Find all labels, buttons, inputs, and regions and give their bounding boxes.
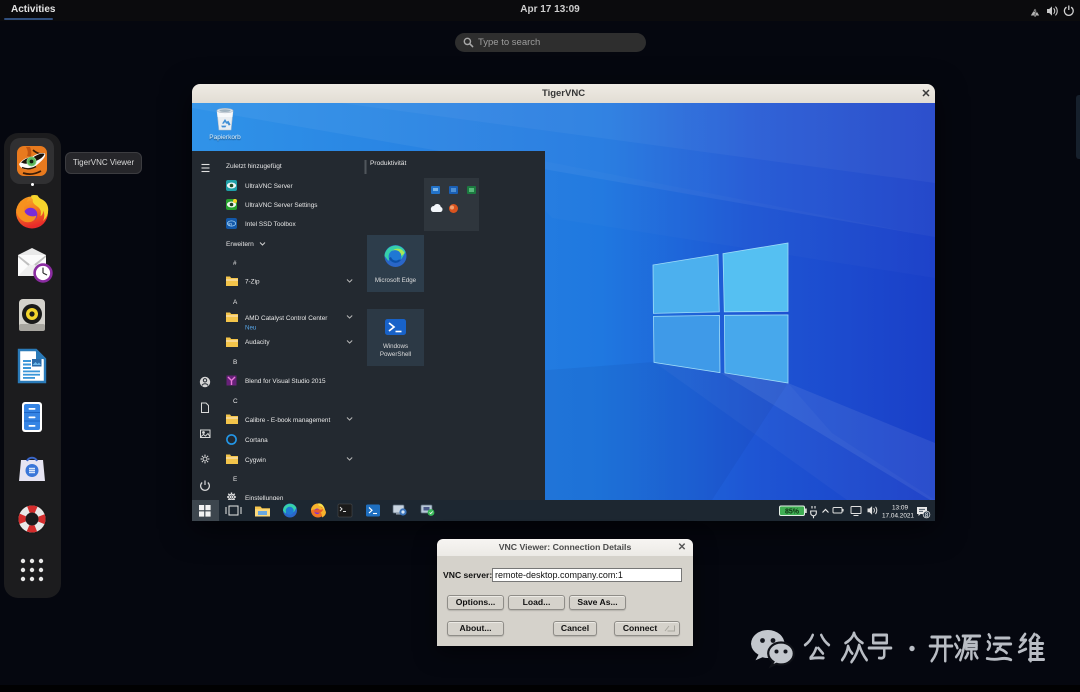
svg-text:Neu: Neu — [245, 325, 257, 332]
svg-text:Windows: Windows — [383, 343, 408, 350]
svg-text:Erweitern: Erweitern — [226, 241, 254, 248]
svg-text:AMD Catalyst Control Center: AMD Catalyst Control Center — [245, 315, 328, 322]
svg-text:Blend for Visual Studio 2015: Blend for Visual Studio 2015 — [245, 378, 326, 385]
svg-text:Cygwin: Cygwin — [245, 457, 266, 464]
svg-text:B: B — [233, 359, 237, 366]
svg-text:in: in — [228, 222, 232, 227]
svg-text:Microsoft Edge: Microsoft Edge — [375, 277, 417, 284]
svg-text:Cortana: Cortana — [245, 437, 268, 444]
svg-text:A: A — [233, 299, 238, 306]
svg-text:7-Zip: 7-Zip — [245, 279, 260, 286]
svg-text:#: # — [233, 260, 237, 267]
svg-text:C: C — [233, 398, 238, 405]
svg-text:85%: 85% — [785, 509, 800, 516]
svg-text:UltraVNC Server: UltraVNC Server — [245, 183, 293, 190]
svg-text:Intel SSD Toolbox: Intel SSD Toolbox — [245, 221, 296, 228]
svg-text:Audacity: Audacity — [245, 339, 270, 346]
svg-text:17.04.2021: 17.04.2021 — [882, 512, 914, 519]
svg-text:UltraVNC Server Settings: UltraVNC Server Settings — [245, 202, 317, 209]
svg-text:Calibre - E-book management: Calibre - E-book management — [245, 417, 330, 424]
svg-text:PowerShell: PowerShell — [380, 351, 411, 358]
svg-text:13:09: 13:09 — [892, 505, 908, 512]
svg-text:Produktivität: Produktivität — [370, 160, 406, 167]
svg-text:Zuletzt hinzugefügt: Zuletzt hinzugefügt — [226, 163, 282, 170]
svg-text:E: E — [233, 476, 237, 483]
